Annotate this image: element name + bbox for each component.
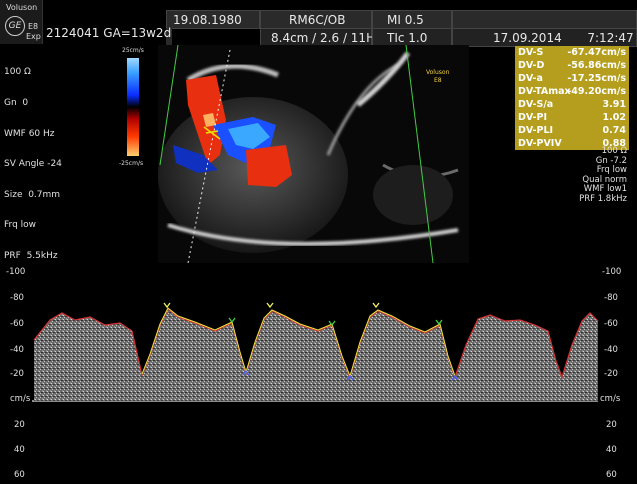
ge-logo-icon: GE [5,16,25,36]
axis-tick-right: -100 [602,267,622,277]
header-blank-cell [452,10,637,29]
axis-tick-right: -80 [604,293,618,303]
patient-info: 2124041 GA=13w2d [46,26,171,40]
param-size: Size 0.7mm [4,189,61,200]
param-frq: Frq low [4,220,37,231]
dob-cell: 19.08.1980 [166,10,260,29]
mi-cell: MI 0.5 [372,10,452,29]
date-text: 17.09.2014 [493,31,562,45]
ultrasound-image[interactable]: Voluson E8 [158,45,469,263]
axis-unit-left: cm/s [10,394,31,404]
s-wave-marker-icon [163,302,171,309]
axis-tick-right: 20 [606,420,617,430]
measurement-row: DV-TAmax -49.20cm/s [518,86,626,97]
gestational-age: GA=13w2d [103,26,172,40]
axis-tick-left: 20 [14,420,25,430]
ultrasound-image-graphic [158,45,469,263]
axis-tick-right: -20 [604,369,618,379]
color-velocity-bar [127,58,139,156]
left-parameters: 100 Ω Gn 0 WMF 60 Hz SV Angle -24 Size 0… [4,47,62,271]
d-wave-marker-icon [228,317,236,324]
doppler-spectrum[interactable]: -100 -80 -60 -40 -20 cm/s 20 40 60 -100 … [0,265,637,480]
axis-tick-right: 40 [606,445,617,455]
axis-unit-right: cm/s [600,394,621,404]
brand-block: Voluson GE E8 Exp [0,0,43,44]
header-bar: Voluson GE E8 Exp 19.08.1980 RM6C/OB MI … [0,0,637,47]
time-text: 7:12:47 PM [587,31,637,45]
axis-tick-left: 40 [14,445,25,455]
axis-tick-left: -80 [10,293,24,303]
spectrum-graphic [32,302,599,402]
param-prf: PRF 1.8kHz [579,193,627,204]
measurement-row: DV-PI 1.02 [518,112,626,123]
axis-tick-left: -20 [10,369,24,379]
axis-tick-left: -40 [10,345,24,355]
axis-tick-right: 60 [606,470,617,480]
probe-cell: RM6C/OB [260,10,372,29]
param-gain: Gn 0 [4,98,29,109]
param-prf: PRF 5.5kHz [4,251,58,262]
param-power: 100 Ω [4,67,31,78]
measurement-row: DV-D -56.86cm/s [518,60,626,71]
colorbar-bottom-label: -25cm/s [119,160,144,167]
axis-tick-left: 60 [14,470,25,480]
measurement-results-panel: DV-S -67.47cm/s DV-D -56.86cm/s DV-a -17.25… [515,46,629,150]
param-wmf: WMF 60 Hz [4,128,55,139]
patient-id: 2124041 [46,26,100,40]
measurement-row: DV-S -67.47cm/s [518,47,626,58]
param-sv-angle: SV Angle -24 [4,159,62,170]
s-wave-marker-icon [372,302,380,309]
right-parameters: 100 Ω Gn -7.2 Frq low Qual norm WMF low1… [579,146,627,204]
measurement-row: DV-a -17.25cm/s [518,73,626,84]
axis-tick-right: -60 [604,319,618,329]
axis-tick-left: -60 [10,319,24,329]
s-wave-marker-icon [266,302,274,309]
measurement-row: DV-PLI 0.74 [518,125,626,136]
axis-tick-left: -100 [6,267,26,277]
image-brand-label: Voluson [426,69,450,76]
brand-model: E8 [28,22,39,31]
colorbar-top-label: 25cm/s [122,47,144,54]
datetime-cell: 17.09.2014 7:12:47 PM [452,28,637,47]
brand-variant: Exp [26,32,41,41]
d-wave-marker-icon [435,319,443,326]
measurement-row: DV-S/a 3.91 [518,99,626,110]
image-model-label: E8 [434,77,442,84]
axis-tick-right: -40 [604,345,618,355]
brand-name: Voluson [6,3,38,12]
